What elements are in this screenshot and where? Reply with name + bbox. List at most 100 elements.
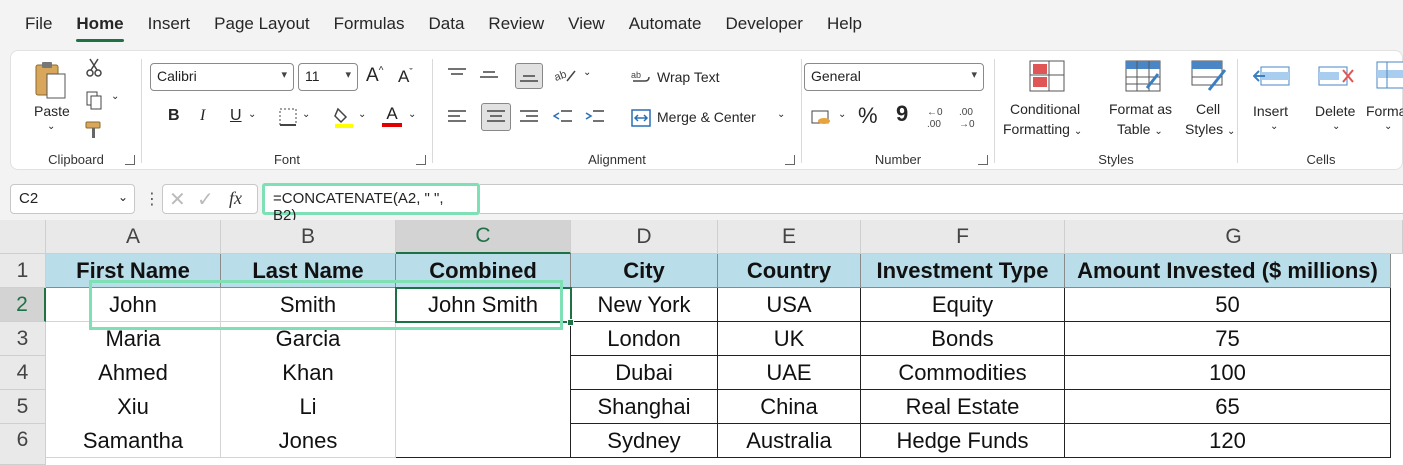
tab-file[interactable]: File: [25, 14, 52, 34]
table-cell[interactable]: Jones: [221, 424, 396, 458]
table-cell[interactable]: Australia: [718, 424, 861, 458]
delete-cells-icon[interactable]: [1316, 59, 1356, 93]
table-cell[interactable]: Li: [221, 390, 396, 424]
column-header-g[interactable]: G: [1065, 220, 1403, 254]
fill-handle[interactable]: [567, 319, 574, 326]
copy-chevron-icon[interactable]: ⌄: [111, 91, 119, 102]
row-header-6[interactable]: 6: [0, 424, 46, 465]
align-center-icon[interactable]: [481, 103, 511, 131]
table-cell[interactable]: 75: [1065, 322, 1391, 356]
table-cell[interactable]: New York: [571, 288, 718, 322]
format-painter-icon[interactable]: [83, 119, 105, 141]
wrap-text-button[interactable]: Wrap Text: [657, 69, 720, 85]
conditional-formatting-label-1[interactable]: Conditional: [1010, 101, 1080, 117]
table-cell[interactable]: USA: [718, 288, 861, 322]
format-as-table-icon[interactable]: [1123, 59, 1163, 93]
more-options-icon[interactable]: ⋮: [144, 189, 160, 209]
font-color-chevron-icon[interactable]: ⌄: [408, 109, 416, 120]
table-cell[interactable]: Xiu: [46, 390, 221, 424]
table-cell[interactable]: [396, 322, 571, 356]
tab-help[interactable]: Help: [827, 14, 862, 34]
row-header-4[interactable]: 4: [0, 356, 46, 390]
format-as-table-label-1[interactable]: Format as: [1109, 101, 1172, 117]
increase-indent-icon[interactable]: [583, 107, 607, 127]
underline-button[interactable]: U: [230, 107, 242, 125]
column-header-e[interactable]: E: [718, 220, 861, 254]
cell-styles-label-1[interactable]: Cell: [1196, 101, 1220, 117]
align-middle-icon[interactable]: [477, 65, 501, 85]
tab-view[interactable]: View: [568, 14, 605, 34]
tab-data[interactable]: Data: [429, 14, 465, 34]
table-cell[interactable]: [396, 424, 571, 458]
fill-color-icon[interactable]: [332, 105, 356, 129]
font-launcher-icon[interactable]: [416, 155, 426, 165]
formula-input-area[interactable]: [480, 184, 1403, 214]
tab-review[interactable]: Review: [488, 14, 544, 34]
align-top-icon[interactable]: [445, 65, 469, 85]
table-cell[interactable]: Samantha: [46, 424, 221, 458]
number-launcher-icon[interactable]: [978, 155, 988, 165]
align-left-icon[interactable]: [445, 107, 469, 127]
header-cell[interactable]: First Name: [46, 254, 221, 288]
column-header-c[interactable]: C: [396, 220, 571, 254]
italic-button[interactable]: I: [200, 107, 205, 125]
insert-chevron-icon[interactable]: ⌄: [1270, 121, 1278, 132]
table-cell[interactable]: Sydney: [571, 424, 718, 458]
alignment-launcher-icon[interactable]: [785, 155, 795, 165]
tab-developer[interactable]: Developer: [725, 14, 803, 34]
tab-automate[interactable]: Automate: [629, 14, 702, 34]
tab-page-layout[interactable]: Page Layout: [214, 14, 309, 34]
column-header-a[interactable]: A: [46, 220, 221, 254]
header-cell[interactable]: Investment Type: [861, 254, 1065, 288]
decrease-decimal-icon[interactable]: .00 →0: [956, 103, 982, 131]
table-cell[interactable]: Equity: [861, 288, 1065, 322]
format-chevron-icon[interactable]: ⌄: [1384, 121, 1392, 132]
column-header-d[interactable]: D: [571, 220, 718, 254]
format-cells-icon[interactable]: [1374, 57, 1403, 91]
column-header-f[interactable]: F: [861, 220, 1065, 254]
cancel-icon[interactable]: ✕: [169, 187, 186, 212]
conditional-formatting-icon[interactable]: [1027, 59, 1067, 93]
delete-chevron-icon[interactable]: ⌄: [1332, 121, 1340, 132]
table-cell[interactable]: Bonds: [861, 322, 1065, 356]
borders-icon[interactable]: [278, 107, 298, 127]
copy-icon[interactable]: [83, 89, 105, 111]
table-cell[interactable]: London: [571, 322, 718, 356]
table-cell[interactable]: Hedge Funds: [861, 424, 1065, 458]
font-name-select[interactable]: Calibri ▾: [150, 63, 294, 91]
table-cell[interactable]: Real Estate: [861, 390, 1065, 424]
table-cell[interactable]: 120: [1065, 424, 1391, 458]
shrink-font-button[interactable]: Aˇ: [398, 67, 413, 87]
percent-button[interactable]: %: [858, 103, 878, 129]
table-cell[interactable]: Smith: [221, 288, 396, 322]
row-header-2[interactable]: 2: [0, 288, 46, 322]
header-cell[interactable]: Country: [718, 254, 861, 288]
table-cell[interactable]: John: [46, 288, 221, 322]
orientation-icon[interactable]: ab: [551, 63, 579, 87]
merge-chevron-icon[interactable]: ⌄: [777, 109, 785, 120]
confirm-icon[interactable]: ✓: [197, 187, 214, 212]
tab-formulas[interactable]: Formulas: [334, 14, 405, 34]
table-cell[interactable]: UAE: [718, 356, 861, 390]
format-cells-button[interactable]: Format: [1366, 103, 1403, 119]
align-bottom-icon[interactable]: [515, 63, 543, 89]
accounting-format-icon[interactable]: [808, 105, 834, 129]
cut-icon[interactable]: [83, 57, 105, 79]
conditional-formatting-label-2[interactable]: Formatting ⌄: [1003, 121, 1082, 137]
table-cell-selected[interactable]: John Smith: [396, 288, 571, 322]
bold-button[interactable]: B: [168, 107, 180, 125]
decrease-indent-icon[interactable]: [551, 107, 575, 127]
table-cell[interactable]: 100: [1065, 356, 1391, 390]
cell-styles-label-2[interactable]: Styles ⌄: [1185, 121, 1235, 137]
table-cell[interactable]: [396, 356, 571, 390]
paste-icon[interactable]: [29, 59, 71, 101]
table-cell[interactable]: Ahmed: [46, 356, 221, 390]
table-cell[interactable]: China: [718, 390, 861, 424]
cell-styles-icon[interactable]: [1189, 59, 1229, 93]
increase-decimal-icon[interactable]: ←0.00: [924, 103, 950, 131]
tab-insert[interactable]: Insert: [148, 14, 191, 34]
table-cell[interactable]: Dubai: [571, 356, 718, 390]
header-cell[interactable]: Last Name: [221, 254, 396, 288]
header-cell[interactable]: City: [571, 254, 718, 288]
comma-style-button[interactable]: 9: [896, 101, 908, 127]
